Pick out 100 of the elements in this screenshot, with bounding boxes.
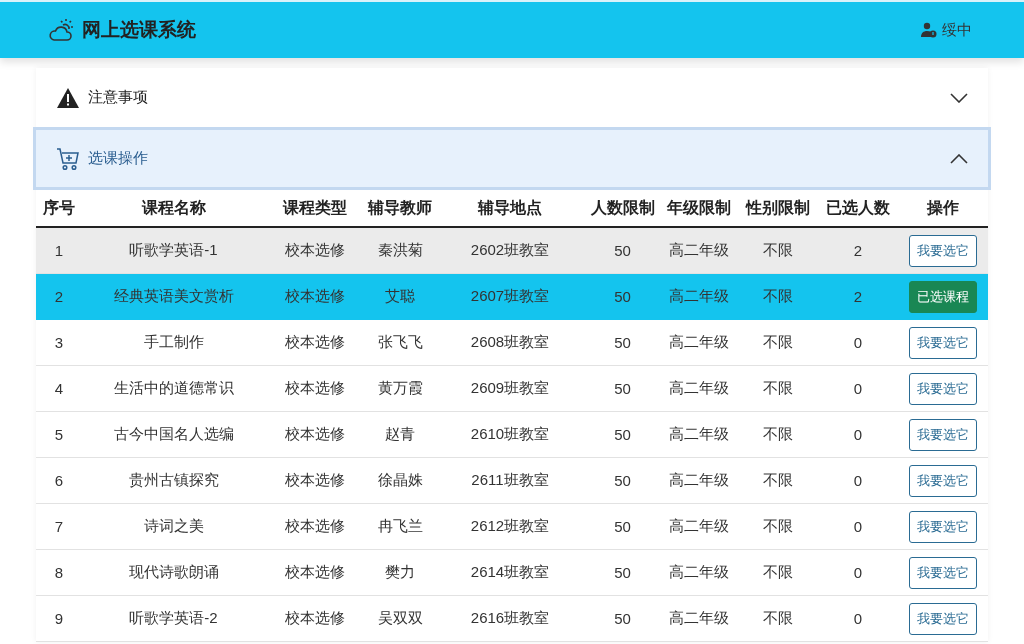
choose-course-button[interactable]: 我要选它 [909, 510, 977, 543]
chevron-up-icon [950, 153, 968, 164]
table-cell: 2607班教室 [470, 287, 550, 304]
table-row[interactable]: 4 生活中的道德常识 校本选修 黄万霞 2609班教室 50 高二年级 不限 0 我要选它 [36, 365, 988, 412]
table-cell: 高二年级 [669, 563, 729, 580]
table-cell: 2 [853, 242, 863, 259]
table-row[interactable]: 8 现代诗歌朗诵 校本选修 樊力 2614班教室 50 高二年级 不限 0 我要选它 [36, 549, 988, 596]
table-cell: 艾聪 [385, 287, 415, 304]
choose-course-button[interactable]: 我要选它 [909, 234, 977, 267]
cart-icon [56, 146, 80, 171]
table-cell: 校本选修 [285, 379, 345, 396]
table-cell: 2614班教室 [470, 563, 550, 580]
table-cell: 3 [54, 334, 64, 351]
accordion-header[interactable]: 注意事项 [36, 68, 988, 127]
table-cell: 高二年级 [669, 425, 729, 442]
table-cell: 樊力 [385, 563, 415, 580]
table-row[interactable]: 6 贵州古镇探究 校本选修 徐晶姝 2611班教室 50 高二年级 不限 0 我要选它 [36, 457, 988, 504]
table-cell: 生活中的道德常识 [113, 379, 234, 396]
table-cell: 校本选修 [285, 517, 345, 534]
table-cell: 0 [853, 518, 863, 535]
table-cell: 不限 [763, 379, 793, 396]
table-cell: 1 [54, 242, 64, 259]
warning-icon [56, 86, 80, 109]
table-cell: 5 [54, 426, 64, 443]
table-cell: 不限 [763, 425, 793, 442]
choose-course-button[interactable]: 我要选它 [909, 372, 977, 405]
table-cell: 50 [614, 472, 631, 489]
choose-course-button[interactable]: 我要选它 [909, 326, 977, 359]
table-cell: 校本选修 [285, 287, 345, 304]
table-cell: 不限 [763, 333, 793, 350]
table-cell: 校本选修 [285, 333, 345, 350]
table-cell: 校本选修 [285, 563, 345, 580]
table-cell: 50 [614, 518, 631, 535]
table-cell: 不限 [763, 517, 793, 534]
table-cell: 校本选修 [285, 425, 345, 442]
table-cell: 高二年级 [669, 379, 729, 396]
table-cell: 听歌学英语-1 [129, 241, 218, 258]
user-name[interactable]: 绥中 [942, 20, 972, 40]
table-row[interactable]: 2 经典英语美文赏析 校本选修 艾聪 2607班教室 50 高二年级 不限 2 已选课程 [36, 273, 988, 320]
table-cell: 秦洪菊 [377, 241, 423, 258]
table-cell: 听歌学英语-2 [129, 609, 218, 626]
table-cell: 2602班教室 [470, 241, 550, 258]
table-cell: 高二年级 [669, 471, 729, 488]
table-cell: 高二年级 [669, 517, 729, 534]
table-cell: 2612班教室 [470, 517, 550, 534]
table-cell: 2 [54, 288, 64, 305]
table-cell: 0 [853, 472, 863, 489]
table-cell: 贵州古镇探究 [128, 471, 219, 488]
table-cell: 0 [853, 610, 863, 627]
table-cell: 7 [54, 518, 64, 535]
table-row[interactable]: 1 听歌学英语-1 校本选修 秦洪菊 2602班教室 50 高二年级 不限 2 我要选它 [36, 227, 988, 274]
table-cell: 0 [853, 334, 863, 351]
table-cell: 6 [54, 472, 64, 489]
table-cell: 2610班教室 [470, 425, 550, 442]
table-cell: 4 [54, 380, 64, 397]
table-cell: 9 [54, 610, 64, 627]
table-cell: 高二年级 [669, 241, 729, 258]
table-row[interactable]: 5 古今中国名人选编 校本选修 赵青 2610班教室 50 高二年级 不限 0 我要选它 [36, 411, 988, 458]
choose-course-button[interactable]: 我要选它 [909, 556, 977, 589]
table-cell: 不限 [763, 287, 793, 304]
table-cell: 现代诗歌朗诵 [128, 563, 219, 580]
table-row[interactable]: 7 诗词之美 校本选修 冉飞兰 2612班教室 50 高二年级 不限 0 我要选它 [36, 503, 988, 550]
table-cell: 校本选修 [285, 241, 345, 258]
table-cell: 经典英语美文赏析 [113, 287, 234, 304]
choose-course-button[interactable]: 我要选它 [909, 602, 977, 635]
table-cell: 0 [853, 380, 863, 397]
table-cell: 校本选修 [285, 609, 345, 626]
table-cell: 高二年级 [669, 287, 729, 304]
table-row[interactable]: 3 手工制作 校本选修 张飞飞 2608班教室 50 高二年级 不限 0 我要选它 [36, 319, 988, 366]
table-row[interactable]: 9 听歌学英语-2 校本选修 吴双双 2616班教室 50 高二年级 不限 0 我要选它 [36, 595, 988, 642]
table-cell: 0 [853, 426, 863, 443]
table-cell: 2609班教室 [470, 379, 550, 396]
table-cell: 50 [614, 426, 631, 443]
table-cell: 2 [853, 288, 863, 305]
selected-course-button[interactable]: 已选课程 [909, 280, 977, 313]
table-cell: 吴双双 [377, 609, 423, 626]
table-cell: 黄万霞 [377, 379, 423, 396]
table-cell: 50 [614, 334, 631, 351]
table-cell: 不限 [763, 609, 793, 626]
table-cell: 2611班教室 [471, 471, 549, 488]
table-cell: 50 [614, 288, 631, 305]
table-cell: 不限 [763, 563, 793, 580]
table-cell: 50 [614, 564, 631, 581]
chevron-down-icon [950, 92, 968, 103]
table-cell: 50 [614, 610, 631, 627]
table-cell: 0 [853, 564, 863, 581]
app-title: 网上选课系统 [82, 18, 196, 42]
table-cell: 50 [614, 380, 631, 397]
table-cell: 不限 [763, 471, 793, 488]
table-cell: 张飞飞 [377, 333, 423, 350]
table-cell: 8 [54, 564, 64, 581]
accordion-header[interactable]: 选课操作 [33, 127, 991, 190]
table-cell: 高二年级 [669, 609, 729, 626]
table-cell: 古今中国名人选编 [113, 425, 234, 442]
table-cell: 手工制作 [143, 333, 204, 350]
table-cell: 高二年级 [669, 333, 729, 350]
choose-course-button[interactable]: 我要选它 [909, 418, 977, 451]
table-cell: 诗词之美 [143, 517, 204, 534]
choose-course-button[interactable]: 我要选它 [909, 464, 977, 497]
table-cell: 2608班教室 [470, 333, 550, 350]
